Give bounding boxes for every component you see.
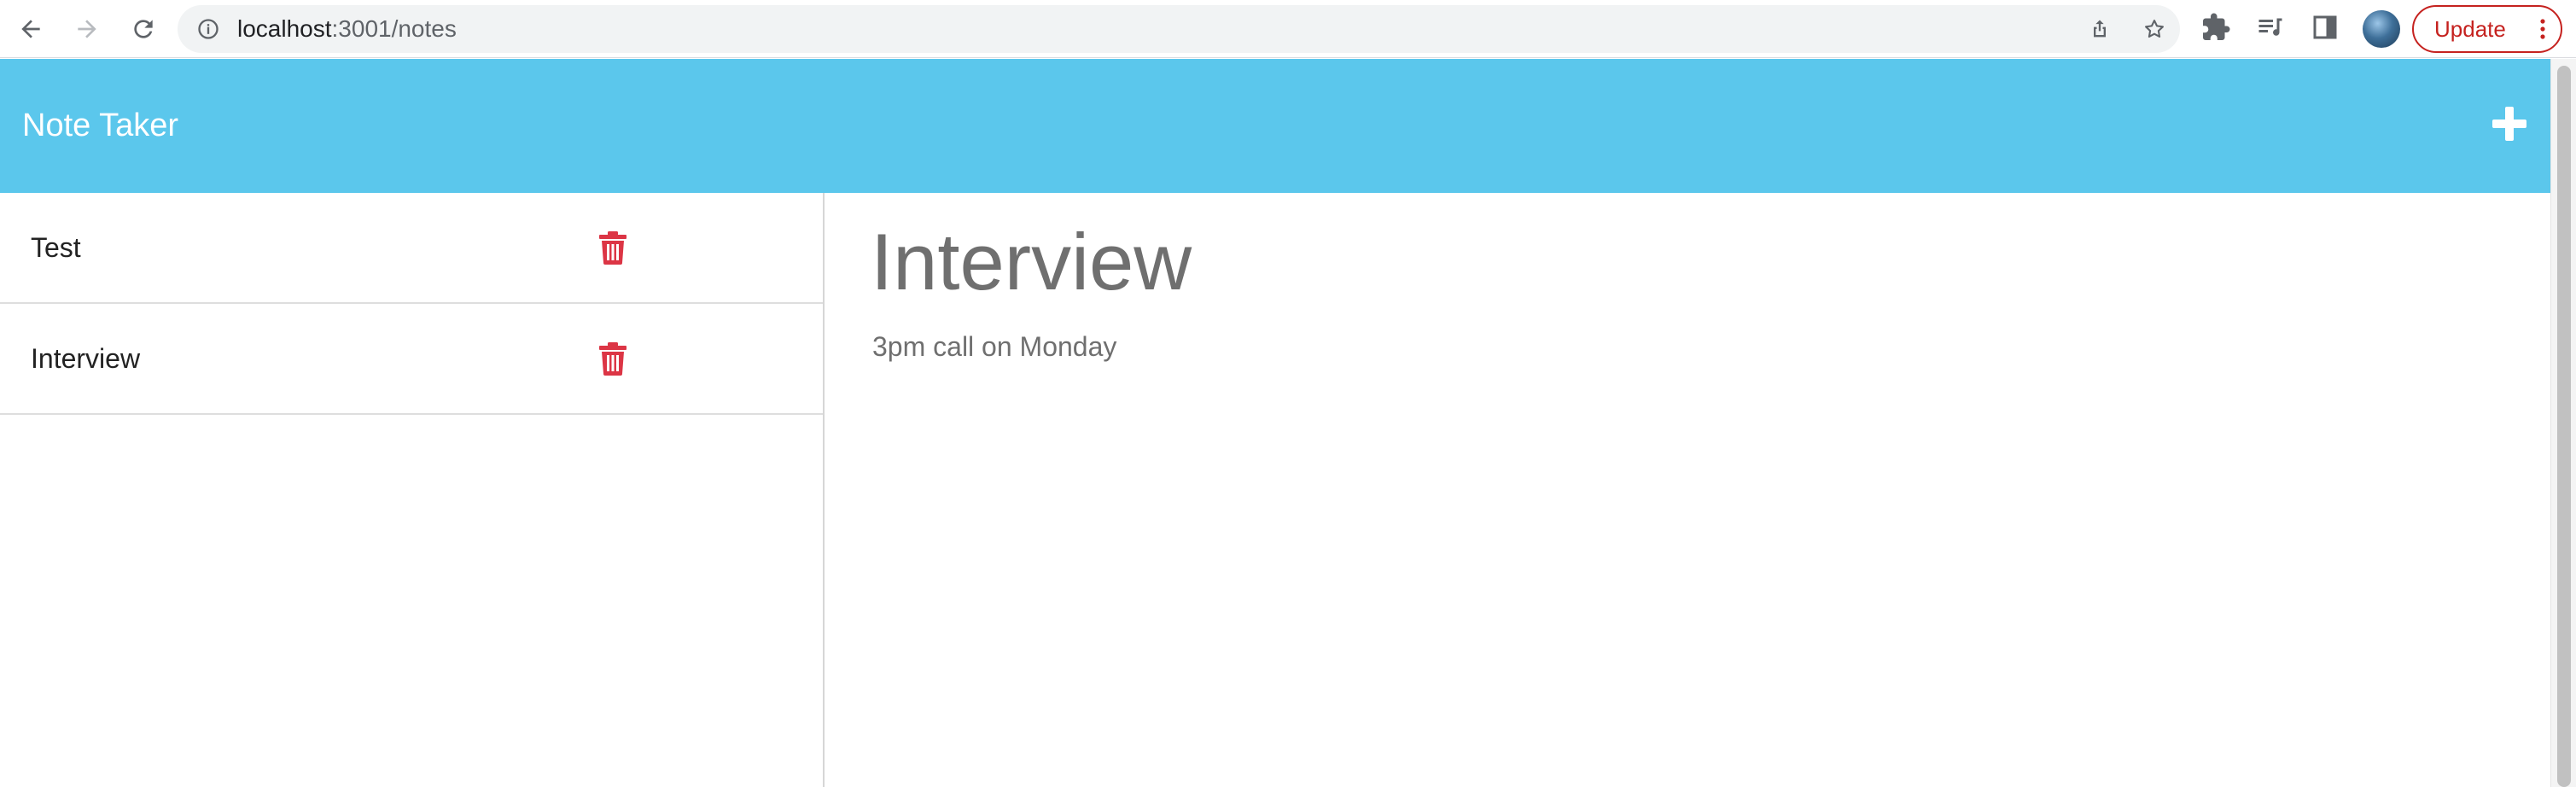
media-control-icon[interactable] xyxy=(2255,12,2286,43)
star-icon[interactable] xyxy=(2142,17,2166,41)
scrollbar-thumb[interactable] xyxy=(2557,66,2571,787)
note-list-item[interactable]: Interview xyxy=(0,304,823,415)
profile-avatar[interactable] xyxy=(2363,10,2400,48)
app-navbar: Note Taker xyxy=(0,59,2550,193)
browser-toolbar: localhost:3001/notes Update xyxy=(0,0,2576,58)
url-text[interactable]: localhost:3001/notes xyxy=(237,5,457,53)
note-list-item-title[interactable]: Test xyxy=(31,193,81,302)
url-host: localhost xyxy=(237,15,332,42)
page-scrollbar[interactable] xyxy=(2550,59,2576,787)
reload-button[interactable] xyxy=(123,9,164,50)
share-icon[interactable] xyxy=(2088,17,2112,41)
url-path: :3001/notes xyxy=(331,15,457,42)
note-editor: Interview 3pm call on Monday xyxy=(826,193,2550,787)
note-list-item[interactable]: Test xyxy=(0,193,823,304)
app-title[interactable]: Note Taker xyxy=(22,59,178,193)
update-label: Update xyxy=(2434,16,2506,42)
reload-icon xyxy=(134,20,153,38)
note-list: Test Interview xyxy=(0,193,825,787)
address-bar[interactable]: localhost:3001/notes xyxy=(178,5,2180,53)
forward-button[interactable] xyxy=(67,9,108,50)
trash-icon[interactable] xyxy=(597,230,628,265)
note-textarea[interactable]: 3pm call on Monday xyxy=(872,328,1116,365)
forward-arrow-icon xyxy=(78,20,96,38)
note-title-input[interactable]: Interview xyxy=(871,215,1192,309)
update-button[interactable]: Update xyxy=(2412,5,2562,53)
trash-icon[interactable] xyxy=(597,341,628,376)
puzzle-icon[interactable] xyxy=(2200,12,2231,43)
back-arrow-icon xyxy=(21,20,40,38)
info-icon[interactable] xyxy=(196,17,220,41)
note-list-item-title[interactable]: Interview xyxy=(31,304,140,413)
kebab-menu-icon xyxy=(2540,19,2545,39)
back-button[interactable] xyxy=(10,9,51,50)
side-panel-icon[interactable] xyxy=(2310,12,2340,43)
plus-icon[interactable] xyxy=(2489,103,2530,144)
